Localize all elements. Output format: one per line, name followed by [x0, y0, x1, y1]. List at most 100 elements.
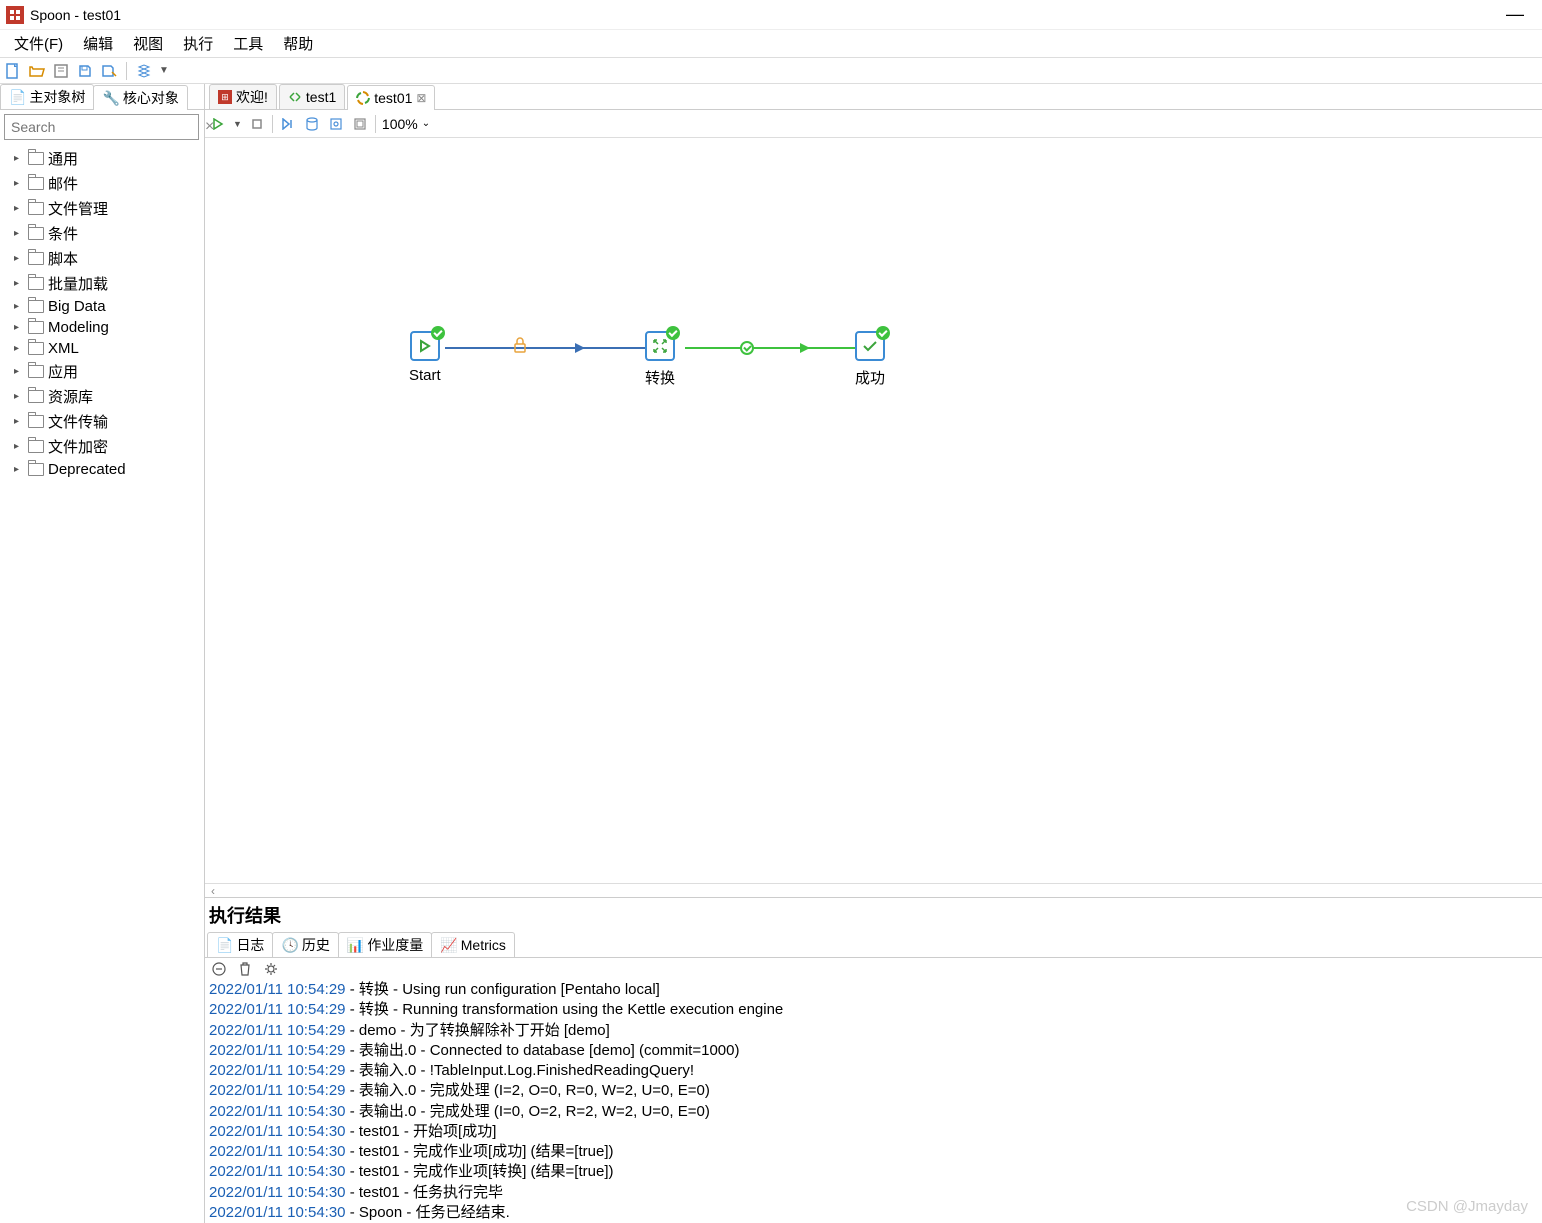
open-file-icon[interactable] [28, 62, 46, 80]
tree-item-label: 资源库 [48, 386, 93, 407]
tree-item[interactable]: ▸文件管理 [0, 196, 204, 221]
tree-item[interactable]: ▸Modeling [0, 317, 204, 338]
log-message: - 表输出.0 - 完成处理 (I=0, O=2, R=2, W=2, U=0,… [346, 1103, 710, 1120]
results-tab-label: Metrics [461, 937, 506, 953]
tree-item[interactable]: ▸通用 [0, 146, 204, 171]
new-file-icon[interactable] [4, 62, 22, 80]
close-tab-icon[interactable]: ⊠ [416, 91, 426, 105]
zoom-value: 100% [382, 116, 418, 132]
folder-icon [28, 390, 44, 403]
tree-item[interactable]: ▸ XML [0, 338, 204, 359]
tree-item-label: 通用 [48, 148, 78, 169]
caret-right-icon: ▸ [14, 391, 24, 402]
tree-item-label: 批量加载 [48, 273, 108, 294]
minimize-button[interactable]: — [1494, 4, 1536, 25]
object-tree[interactable]: ▸通用▸邮件▸文件管理▸条件▸脚本▸批量加载▸Big Data▸Modeling… [0, 144, 204, 1223]
save-as-icon[interactable] [100, 62, 118, 80]
node-success[interactable]: 成功 [855, 331, 885, 388]
sidebar-tab-core-objects[interactable]: 🔧 核心对象 [93, 85, 187, 110]
log-message: - 表输出.0 - Connected to database [demo] (… [346, 1042, 740, 1059]
log-timestamp: 2022/01/11 10:54:29 [209, 1042, 346, 1059]
expand-icon[interactable] [351, 115, 369, 133]
folder-icon [28, 365, 44, 378]
node-start[interactable]: Start [409, 331, 441, 384]
caret-right-icon: ▸ [14, 253, 24, 264]
tree-item[interactable]: ▸文件加密 [0, 434, 204, 459]
sidebar-tab-object-tree[interactable]: 📄 主对象树 [0, 84, 94, 109]
results-tab-history[interactable]: 🕓 历史 [272, 932, 338, 957]
clear-log-icon[interactable] [211, 961, 227, 977]
stop-icon[interactable] [248, 115, 266, 133]
hop-arrow-icon [575, 343, 585, 353]
tree-item[interactable]: ▸ 资源库 [0, 384, 204, 409]
settings-icon[interactable] [263, 961, 279, 977]
tree-item[interactable]: ▸脚本 [0, 246, 204, 271]
job-canvas[interactable]: Start 转换 成功 [205, 138, 1542, 883]
node-label: Start [409, 367, 441, 384]
tree-item[interactable]: ▸应用 [0, 359, 204, 384]
hop-line[interactable] [685, 347, 880, 349]
chevron-down-icon[interactable]: ⌄ [422, 118, 430, 129]
perspective-icon[interactable] [135, 62, 153, 80]
menu-file[interactable]: 文件(F) [4, 30, 73, 57]
log-timestamp: 2022/01/11 10:54:30 [209, 1103, 346, 1120]
folder-icon [28, 277, 44, 290]
menu-run[interactable]: 执行 [173, 30, 223, 57]
tree-item[interactable]: ▸ 批量加载 [0, 271, 204, 296]
menu-view[interactable]: 视图 [123, 30, 173, 57]
caret-right-icon: ▸ [14, 301, 24, 312]
caret-right-icon: ▸ [14, 178, 24, 189]
folder-icon [28, 300, 44, 313]
log-output[interactable]: 2022/01/11 10:54:29 - 转换 - Using run con… [205, 980, 1542, 1223]
caret-right-icon: ▸ [14, 441, 24, 452]
tree-item[interactable]: ▸文件传输 [0, 409, 204, 434]
results-tab-log[interactable]: 📄 日志 [207, 932, 273, 957]
log-line: 2022/01/11 10:54:30 - test01 - 开始项[成功] [209, 1122, 1538, 1142]
run-icon[interactable] [209, 115, 227, 133]
caret-right-icon: ▸ [14, 343, 24, 354]
horizontal-scrollbar[interactable]: ‹ [205, 883, 1542, 897]
replay-icon[interactable] [279, 115, 297, 133]
sql-icon[interactable] [303, 115, 321, 133]
tree-item[interactable]: ▸邮件 [0, 171, 204, 196]
results-tab-metrics2[interactable]: 📈 Metrics [431, 932, 515, 957]
tree-item-label: XML [48, 340, 79, 357]
log-timestamp: 2022/01/11 10:54:30 [209, 1184, 346, 1201]
results-tabs: 📄 日志 🕓 历史 📊 作业度量 📈 Metrics [205, 932, 1542, 958]
log-line: 2022/01/11 10:54:30 - Spoon - 任务已经结束. [209, 1203, 1538, 1223]
search-input[interactable] [4, 114, 199, 140]
log-line: 2022/01/11 10:54:29 - 表输入.0 - 完成处理 (I=2,… [209, 1081, 1538, 1101]
results-panel: 执行结果 📄 日志 🕓 历史 📊 作业度量 📈 Metrics [205, 897, 1542, 1223]
log-message: - test01 - 完成作业项[转换] (结果=[true]) [346, 1163, 614, 1180]
menubar: 文件(F) 编辑 视图 执行 工具 帮助 [0, 30, 1542, 58]
tree-item[interactable]: ▸条件 [0, 221, 204, 246]
menu-help[interactable]: 帮助 [273, 30, 323, 57]
sidebar: 📄 主对象树 🔧 核心对象 × ▸通用▸邮件▸文件管理▸条件▸脚本▸批量加载▸B… [0, 84, 205, 1223]
editor-tab-label: 欢迎! [236, 87, 268, 107]
run-dropdown-icon[interactable]: ▼ [233, 119, 242, 129]
log-message: - 转换 - Using run configuration [Pentaho … [346, 981, 660, 998]
tree-item[interactable]: ▸Deprecated [0, 459, 204, 480]
save-icon[interactable] [76, 62, 94, 80]
editor-tabs: ⊞ 欢迎! test1 test01 ⊠ [205, 84, 1542, 110]
trash-icon[interactable] [237, 961, 253, 977]
dropdown-caret-icon[interactable]: ▼ [159, 65, 169, 76]
editor-tab-test01[interactable]: test01 ⊠ [347, 85, 435, 110]
hop-line[interactable] [445, 347, 655, 349]
tree-item[interactable]: ▸Big Data [0, 296, 204, 317]
menu-edit[interactable]: 编辑 [73, 30, 123, 57]
caret-right-icon: ▸ [14, 322, 24, 333]
results-tab-metrics[interactable]: 📊 作业度量 [338, 932, 432, 957]
explore-icon[interactable] [52, 62, 70, 80]
welcome-tab-icon: ⊞ [218, 90, 232, 104]
caret-right-icon: ▸ [14, 278, 24, 289]
zoom-control[interactable]: 100% ⌄ [382, 116, 430, 132]
editor-tab-test1[interactable]: test1 [279, 84, 345, 109]
main-area: 📄 主对象树 🔧 核心对象 × ▸通用▸邮件▸文件管理▸条件▸脚本▸批量加载▸B… [0, 84, 1542, 1223]
node-transform[interactable]: 转换 [645, 331, 675, 388]
menu-tools[interactable]: 工具 [223, 30, 273, 57]
puzzle-icon: 🔧 [102, 90, 119, 107]
caret-right-icon: ▸ [14, 228, 24, 239]
impact-icon[interactable] [327, 115, 345, 133]
editor-tab-welcome[interactable]: ⊞ 欢迎! [209, 84, 277, 109]
